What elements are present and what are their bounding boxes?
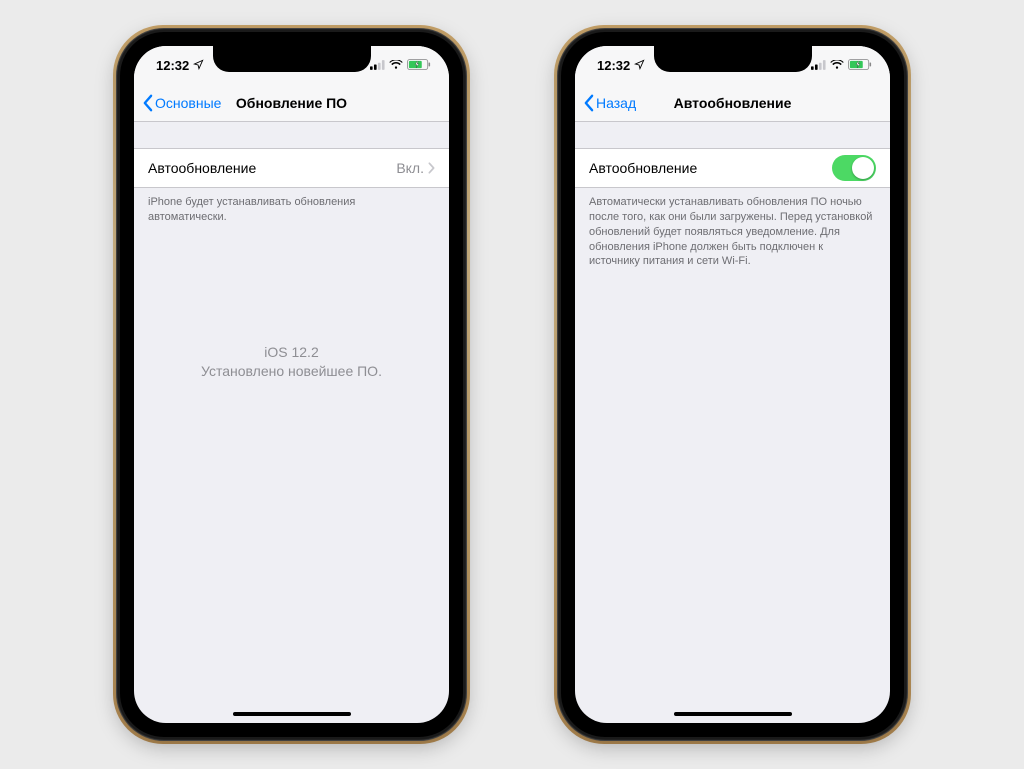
status-left: 12:32 <box>156 58 204 73</box>
home-indicator[interactable] <box>674 712 792 716</box>
location-icon <box>634 58 645 73</box>
row-value: Вкл. <box>396 160 424 176</box>
cellular-icon <box>370 58 385 73</box>
battery-charging-icon <box>848 58 872 73</box>
content-area: Автообновление Вкл. iPhone будет устанав… <box>134 122 449 382</box>
row-label: Автообновление <box>589 160 697 176</box>
center-info: iOS 12.2 Установлено новейшее ПО. <box>134 343 449 382</box>
chevron-left-icon <box>142 94 153 112</box>
auto-update-toggle-row: Автообновление <box>575 148 890 188</box>
phone-mockup-right: 12:32 <box>557 28 908 741</box>
status-left: 12:32 <box>597 58 645 73</box>
back-label: Основные <box>155 95 221 111</box>
cellular-icon <box>811 58 826 73</box>
location-icon <box>193 58 204 73</box>
screen: 12:32 <box>575 46 890 723</box>
status-right <box>811 58 872 73</box>
footer-note: Автоматически устанавливать обновления П… <box>575 188 890 269</box>
phone-bezel: 12:32 <box>561 32 904 737</box>
status-time: 12:32 <box>597 58 630 73</box>
phone-mockup-left: 12:32 <box>116 28 467 741</box>
auto-update-toggle[interactable] <box>832 155 876 181</box>
phone-bezel: 12:32 <box>120 32 463 737</box>
nav-bar: Основные Обновление ПО <box>134 84 449 122</box>
back-label: Назад <box>596 95 636 111</box>
status-time: 12:32 <box>156 58 189 73</box>
wifi-icon <box>830 58 844 73</box>
nav-bar: Назад Автообновление <box>575 84 890 122</box>
notch <box>213 46 371 72</box>
row-detail: Вкл. <box>396 160 435 176</box>
wifi-icon <box>389 58 403 73</box>
ios-version-label: iOS 12.2 <box>134 343 449 363</box>
notch <box>654 46 812 72</box>
home-indicator[interactable] <box>233 712 351 716</box>
back-button[interactable]: Назад <box>583 94 636 112</box>
content-area: Автообновление Автоматически устанавлива… <box>575 122 890 269</box>
status-right <box>370 58 431 73</box>
footer-note: iPhone будет устанавливать обновления ав… <box>134 188 449 225</box>
up-to-date-label: Установлено новейшее ПО. <box>134 362 449 382</box>
row-label: Автообновление <box>148 160 256 176</box>
screen: 12:32 <box>134 46 449 723</box>
back-button[interactable]: Основные <box>142 94 221 112</box>
chevron-left-icon <box>583 94 594 112</box>
auto-update-row[interactable]: Автообновление Вкл. <box>134 148 449 188</box>
chevron-right-icon <box>428 162 435 174</box>
battery-charging-icon <box>407 58 431 73</box>
